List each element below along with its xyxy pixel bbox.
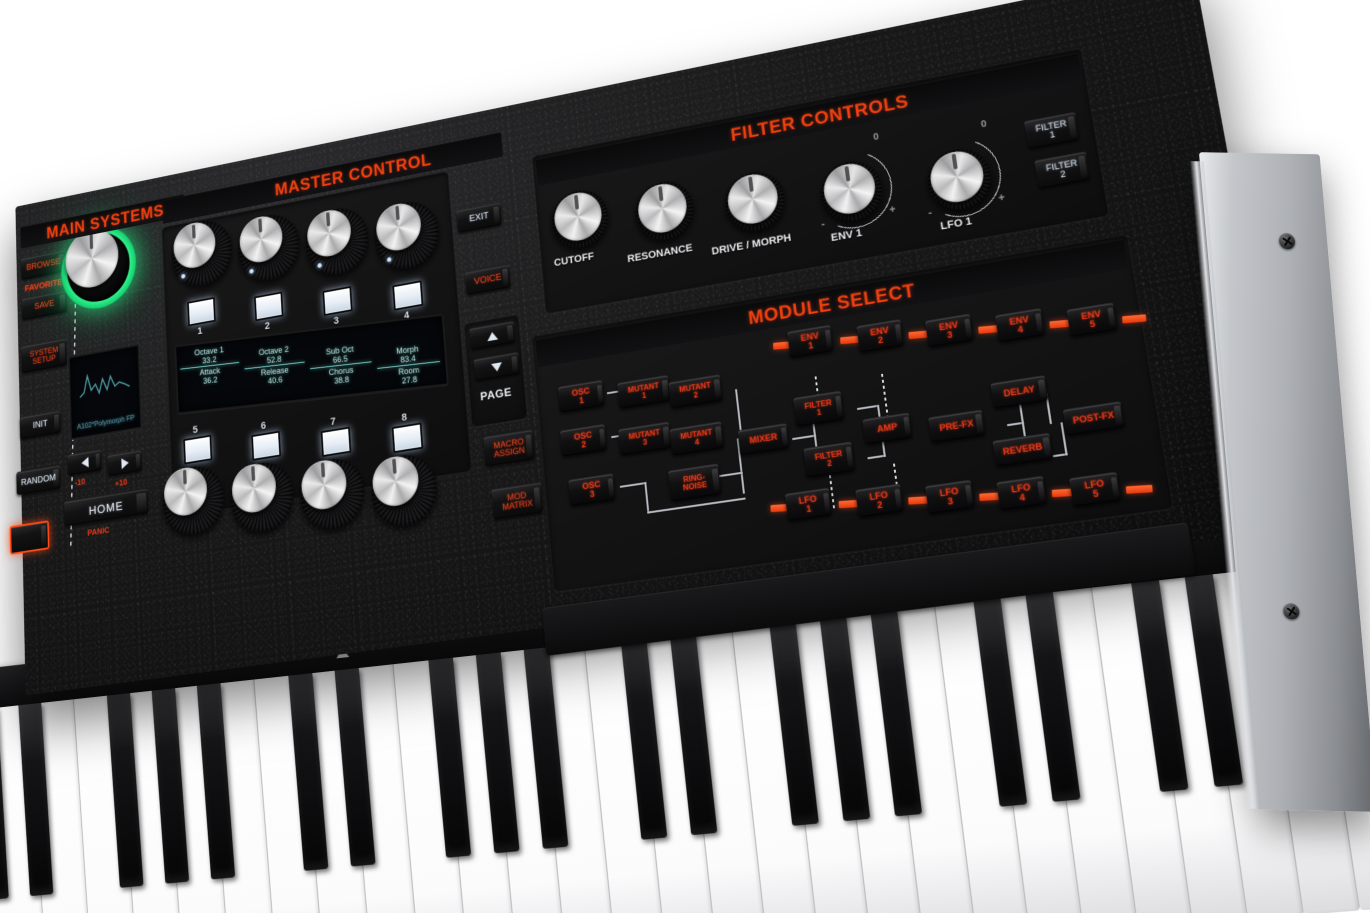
system-setup-button-label: SYSTEM SETUP — [29, 344, 59, 366]
black-key[interactable] — [870, 608, 923, 817]
pad-number-1: 1 — [197, 325, 203, 337]
black-key[interactable] — [523, 647, 569, 849]
white-key[interactable] — [883, 604, 978, 913]
black-key[interactable] — [819, 614, 871, 822]
black-key[interactable] — [769, 620, 819, 826]
white-key[interactable] — [832, 610, 925, 913]
white-key[interactable] — [536, 643, 618, 913]
pad-button-2[interactable] — [254, 291, 284, 322]
end-cheek-screw-bottom — [1282, 603, 1301, 620]
save-button-label: SAVE — [34, 298, 55, 312]
white-key[interactable] — [1039, 587, 1139, 913]
black-key[interactable] — [669, 631, 718, 836]
patch-wave-display: A102*Polymorph FP — [68, 344, 143, 441]
white-key[interactable] — [682, 627, 770, 913]
cutoff-knob[interactable] — [549, 185, 611, 253]
display-param-3: Sub Oct 66.5 Chorus 38.8 — [309, 342, 373, 388]
pad-button-8[interactable] — [391, 422, 424, 454]
encoder-6[interactable] — [229, 458, 296, 536]
black-key[interactable] — [973, 597, 1028, 807]
encoder-2[interactable] — [237, 209, 302, 286]
white-key[interactable] — [935, 599, 1031, 913]
white-key[interactable] — [1091, 581, 1194, 913]
waveform-icon — [72, 357, 138, 408]
encoder-1[interactable] — [171, 215, 234, 291]
black-key[interactable] — [620, 636, 668, 840]
white-key[interactable] — [986, 593, 1085, 913]
pad-button-3[interactable] — [322, 285, 353, 317]
pad-number-2: 2 — [264, 320, 271, 332]
white-key[interactable] — [633, 632, 719, 913]
browse-button-label: BROWSE — [26, 256, 61, 273]
white-key[interactable] — [732, 621, 821, 913]
perspective-wrapper: MAIN SYSTEMS BROWSE FAVORITE SAVE SYSTEM… — [0, 0, 1370, 913]
black-key[interactable] — [1131, 580, 1189, 793]
white-key[interactable] — [584, 637, 668, 913]
black-key[interactable] — [1025, 591, 1081, 802]
pad-number-5: 5 — [192, 424, 199, 436]
pad-button-5[interactable] — [183, 434, 213, 465]
home-button-label: HOME — [88, 498, 124, 518]
random-button-label: RANDOM — [20, 472, 56, 488]
screenshot-root: MAIN SYSTEMS BROWSE FAVORITE SAVE SYSTEM… — [0, 0, 1370, 913]
display-param-1: Octave 1 33.2 Attack 36.2 — [180, 343, 241, 388]
triangle-left-icon — [80, 456, 89, 469]
end-cheek-screw-top — [1278, 233, 1296, 250]
white-key[interactable] — [782, 616, 873, 913]
init-button-label: INIT — [32, 418, 48, 431]
patch-name-text: A102*Polymorph FP — [76, 413, 135, 432]
